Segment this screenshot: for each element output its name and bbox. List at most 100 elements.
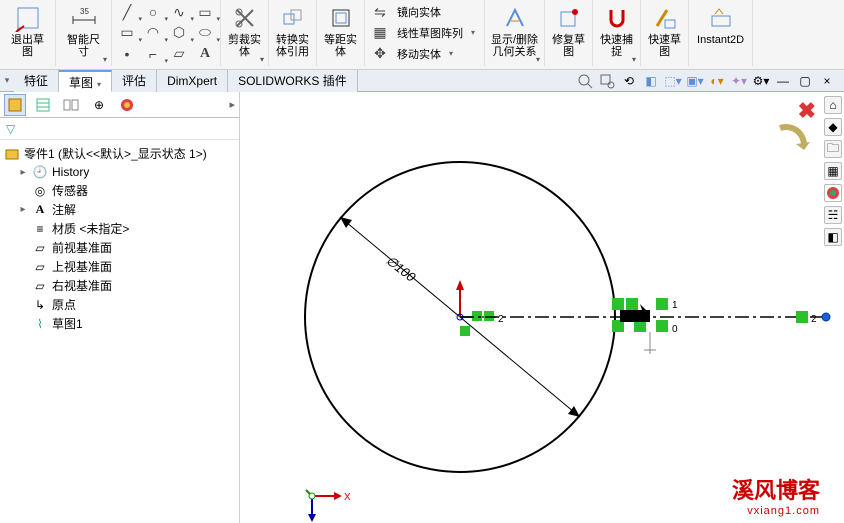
convert-entities-button[interactable]: 转换实 体引用	[269, 0, 317, 66]
tree-right-plane[interactable]: ▱右视基准面	[4, 276, 235, 295]
line-tool-icon[interactable]: ╱▾	[118, 3, 136, 21]
window-min-icon[interactable]: —	[774, 72, 792, 90]
relation-handle[interactable]	[484, 311, 494, 321]
move-icon[interactable]: ✥	[371, 45, 389, 63]
chevron-down-icon[interactable]: ▾	[0, 75, 14, 86]
view-settings-icon[interactable]: ⚙▾	[752, 72, 770, 90]
plane-tool-icon[interactable]: ▱	[170, 45, 188, 63]
offset-icon	[327, 4, 355, 32]
exit-sketch-icon	[14, 4, 42, 32]
appearances-icon[interactable]	[824, 184, 842, 202]
filter-icon[interactable]: ▽	[6, 122, 15, 136]
quick-snap-label: 快速捕 捉	[600, 34, 633, 58]
command-tab-bar: ▾ 特征 草图▾ 评估 DimXpert SOLIDWORKS 插件 ⟲ ◧ ⬚…	[0, 70, 844, 92]
tree-root[interactable]: 零件1 (默认<<默认>_显示状态 1>)	[4, 144, 235, 163]
fm-collapse-icon[interactable]: ▸	[229, 98, 235, 111]
exit-sketch-button[interactable]: 退出草 图	[0, 0, 56, 66]
trim-icon	[231, 4, 259, 32]
svg-text:0: 0	[672, 324, 678, 335]
zoom-fit-icon[interactable]	[576, 72, 594, 90]
fm-tab-dimxpert-icon[interactable]: ⊕	[88, 94, 110, 116]
resources-icon[interactable]: ◆	[824, 118, 842, 136]
tree-sensors[interactable]: ◎传感器	[4, 181, 235, 200]
fm-tab-property-icon[interactable]	[32, 94, 54, 116]
prev-view-icon[interactable]: ⟲	[620, 72, 638, 90]
transform-group: ⇋镜向实体 ▦线性草图阵列▾ ✥移动实体▾	[365, 0, 485, 66]
spline-tool-icon[interactable]: ∿▾	[170, 3, 188, 21]
relations-icon	[501, 4, 529, 32]
window-close-icon[interactable]: ×	[818, 72, 836, 90]
endpoint[interactable]	[822, 313, 830, 321]
watermark-url: vxiang1.com	[732, 505, 820, 517]
feature-tree: 零件1 (默认<<默认>_显示状态 1>) ▸🕘History ◎传感器 ▸A注…	[0, 140, 239, 523]
smart-dimension-button[interactable]: 35 智能尺 寸 ▾	[56, 0, 112, 66]
arc-tool-icon[interactable]: ◠▾	[144, 24, 162, 42]
instant2d-button[interactable]: Instant2D	[689, 0, 753, 66]
expand-icon[interactable]: ▸	[18, 204, 28, 215]
scene-icon[interactable]: ✦▾	[730, 72, 748, 90]
instant2d-icon	[707, 4, 735, 32]
plane-icon: ▱	[32, 259, 48, 275]
svg-text:35: 35	[80, 7, 89, 16]
rapid-sketch-button[interactable]: 快速草 图	[641, 0, 689, 66]
quick-snap-button[interactable]: 快速捕 捉 ▾	[593, 0, 641, 66]
view-orientation-icon[interactable]: ⬚▾	[664, 72, 682, 90]
tree-front-plane[interactable]: ▱前视基准面	[4, 238, 235, 257]
watermark-title: 溪风博客	[732, 473, 820, 505]
part-icon	[4, 146, 20, 162]
trim-entities-button[interactable]: 剪裁实 体 ▾	[221, 0, 269, 66]
tab-sketch[interactable]: 草图▾	[59, 70, 112, 92]
text-tool-icon[interactable]: A	[196, 45, 214, 63]
repair-sketch-button[interactable]: 修复草 图	[545, 0, 593, 66]
repair-label: 修复草 图	[552, 34, 585, 58]
fm-tab-feature-tree-icon[interactable]	[4, 94, 26, 116]
window-max-icon[interactable]: ▢	[796, 72, 814, 90]
forum-icon[interactable]: ◧	[824, 228, 842, 246]
view-palette-icon[interactable]: ▦	[824, 162, 842, 180]
tab-solidworks-addin[interactable]: SOLIDWORKS 插件	[228, 70, 358, 92]
slot-tool-icon[interactable]: ▭▾	[196, 3, 214, 21]
show-relations-button[interactable]: 显示/删除 几何关系 ▾	[485, 0, 545, 66]
tree-material[interactable]: ≡材质 <未指定>	[4, 219, 235, 238]
offset-entities-button[interactable]: 等距实 体	[317, 0, 365, 66]
diameter-dimension[interactable]: ∅100	[383, 253, 419, 286]
fm-tab-config-icon[interactable]	[60, 94, 82, 116]
zoom-area-icon[interactable]	[598, 72, 616, 90]
convert-icon	[279, 4, 307, 32]
linear-pattern-icon[interactable]: ▦	[371, 24, 389, 42]
tab-dimxpert[interactable]: DimXpert	[157, 70, 228, 92]
tree-origin[interactable]: ↳原点	[4, 295, 235, 314]
ellipse-tool-icon[interactable]: ⬭▾	[196, 24, 214, 42]
section-view-icon[interactable]: ◧	[642, 72, 660, 90]
tree-sketch1[interactable]: ⌇草图1	[4, 314, 235, 333]
mirror-label[interactable]: 镜向实体	[397, 4, 441, 20]
tree-history[interactable]: ▸🕘History	[4, 163, 235, 181]
circle-tool-icon[interactable]: ○▾	[144, 3, 162, 21]
mirror-icon[interactable]: ⇋	[371, 3, 389, 21]
point-tool-icon[interactable]: •	[118, 45, 136, 63]
tree-top-plane[interactable]: ▱上视基准面	[4, 257, 235, 276]
relation-handle[interactable]	[460, 326, 470, 336]
snap-icon	[603, 4, 631, 32]
relation-handle[interactable]	[796, 311, 808, 323]
fm-tab-render-icon[interactable]	[116, 94, 138, 116]
linear-pattern-label[interactable]: 线性草图阵列	[397, 25, 463, 41]
custom-props-icon[interactable]: ☵	[824, 206, 842, 224]
library-icon[interactable]: 🗀	[824, 140, 842, 158]
home-icon[interactable]: ⌂	[824, 96, 842, 114]
display-style-icon[interactable]: ▣▾	[686, 72, 704, 90]
ribbon: 退出草 图 35 智能尺 寸 ▾ ╱▾ ○▾ ∿▾ ▭▾ ▭▾ ◠▾ ⬡▾ ⬭▾…	[0, 0, 844, 70]
expand-icon[interactable]: ▸	[18, 167, 28, 178]
tab-evaluate[interactable]: 评估	[112, 70, 157, 92]
tab-feature[interactable]: 特征	[14, 70, 59, 92]
constraint-cluster[interactable]: 1 0	[612, 298, 678, 354]
rotate-helper-icon[interactable]	[780, 127, 810, 150]
relation-handle[interactable]	[472, 311, 482, 321]
rectangle-tool-icon[interactable]: ▭▾	[118, 24, 136, 42]
move-label[interactable]: 移动实体	[397, 46, 441, 62]
hide-show-icon[interactable]: ◐▾	[708, 72, 726, 90]
tree-annotations[interactable]: ▸A注解	[4, 200, 235, 219]
polygon-tool-icon[interactable]: ⬡▾	[170, 24, 188, 42]
fillet-tool-icon[interactable]: ⌐▾	[144, 45, 162, 63]
graphics-canvas[interactable]: ✖ ∅100 2	[240, 92, 844, 523]
